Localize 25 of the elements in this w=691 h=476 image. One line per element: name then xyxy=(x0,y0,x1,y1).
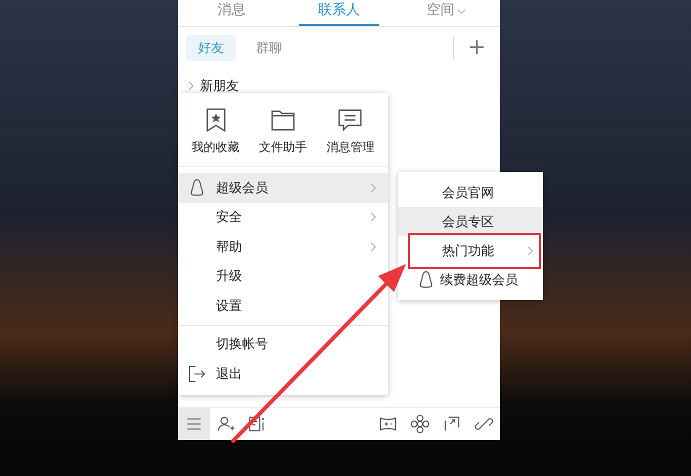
menu-item[interactable]: 设置 xyxy=(178,291,388,320)
exit-icon xyxy=(187,364,207,384)
menu-item[interactable]: 升级 xyxy=(178,262,388,291)
menu-item[interactable]: 切换帐号 xyxy=(178,330,388,359)
menu-item[interactable]: 热门功能 xyxy=(398,236,543,265)
add-button[interactable]: + xyxy=(452,36,492,60)
shortcut-button[interactable]: 文件助手 xyxy=(258,107,307,156)
menu-item[interactable]: 帮助 xyxy=(178,232,388,262)
menu-item[interactable]: 安全 xyxy=(178,202,388,232)
subtab[interactable]: 群聊 xyxy=(244,35,294,61)
menu-item[interactable]: 超级会员 xyxy=(178,173,388,202)
menu-button[interactable] xyxy=(178,408,210,440)
flower-icon xyxy=(410,414,430,434)
message-icon xyxy=(337,107,364,133)
shortcut-button[interactable]: 我的收藏 xyxy=(192,107,240,156)
chevron-down-icon xyxy=(457,7,466,16)
group-label[interactable]: 新朋友 xyxy=(200,77,239,95)
menu-item[interactable]: 会员专区 xyxy=(398,207,543,236)
menu-item[interactable]: 续费超级会员 xyxy=(398,265,543,294)
shortcut-button[interactable]: 消息管理 xyxy=(326,107,374,156)
menu-item[interactable]: 退出 xyxy=(178,359,388,388)
tab[interactable]: 消息 xyxy=(192,0,272,26)
tab[interactable]: 空间 xyxy=(406,0,486,26)
tab[interactable]: 联系人 xyxy=(299,0,379,26)
menu-item[interactable]: 会员官网 xyxy=(398,178,543,207)
